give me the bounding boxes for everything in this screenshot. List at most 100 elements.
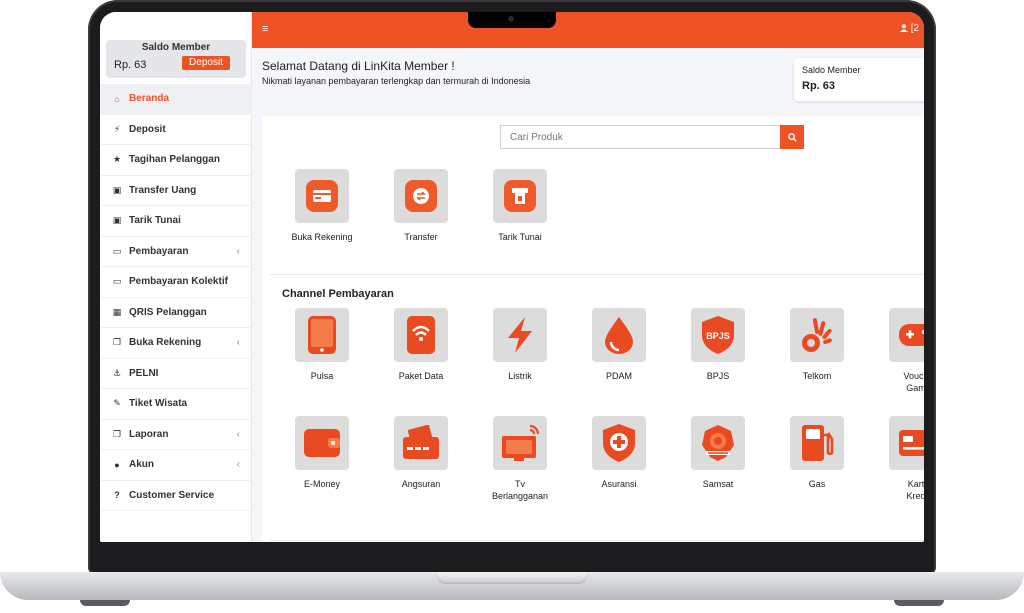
star-icon: ★ [112,154,122,165]
product-tile-gas[interactable]: Gas [777,416,857,490]
wifi-phone-icon [394,308,448,362]
question-circle-icon: ? [114,490,120,501]
sidebar-item-label: Laporan [129,428,169,440]
sidebar-item-beranda[interactable]: ⌂ Beranda [100,84,252,115]
sidebar-item-transfer-uang[interactable]: ▣ Transfer Uang [100,176,252,206]
search-icon [787,132,797,142]
user-menu[interactable]: [2 [900,23,919,34]
sidebar-item-tagihan-pelanggan[interactable]: ★ Tagihan Pelanggan [100,145,252,176]
credit-card-icon: ▭ [112,245,122,256]
sidebar-item-laporan[interactable]: ❐ Laporan ‹ [100,420,252,450]
sidebar-item-tiket-wisata[interactable]: ✎ Tiket Wisata [100,389,252,420]
product-tile-label: Angsuran [401,479,441,489]
product-tile-telkom[interactable]: Telkom [777,308,857,382]
sidebar-item-buka-rekening[interactable]: ❐ Buka Rekening ‹ [100,328,252,359]
product-tile-samsat[interactable]: Samsat [678,416,758,490]
saldo-card: Saldo Member Rp. 63 [794,58,924,101]
home-icon: ⌂ [114,93,120,104]
gas-pump-icon [790,416,844,470]
sidebar-item-pelni[interactable]: ⚓ PELNI [100,359,252,389]
ticket-icon: ✎ [113,398,121,409]
laptop-foot-right [894,600,944,606]
product-tile-pdam[interactable]: PDAM [579,308,659,382]
wallet-icon [295,416,349,470]
bpjs-shield-icon: BPJS [691,308,745,362]
saldo-title: Saldo Member [141,42,211,53]
money-bill-icon: ▣ [112,184,122,195]
sidebar-item-label: QRIS Pelanggan [129,306,207,318]
sidebar-item-customer-service[interactable]: ? Customer Service [100,481,252,511]
product-tile-label: Tv Berlangganan [491,479,549,501]
sidebar-item-tarik-tunai[interactable]: ▣ Tarik Tunai [100,206,252,237]
product-tile-listrik[interactable]: Listrik [480,308,560,382]
telkom-icon [790,308,844,362]
search-button[interactable] [780,125,804,149]
water-drop-icon [592,308,646,362]
product-tile-label: Listrik [508,371,532,381]
product-tile-label: Gas [808,479,826,489]
sidebar-item-label: PELNI [129,367,159,379]
product-tile-buka-rekening[interactable]: Buka Rekening [282,169,362,243]
product-tile-transfer[interactable]: Transfer [381,169,461,243]
welcome-title: Selamat Datang di LinKita Member ! [262,59,455,73]
product-tile-vouch-gam[interactable]: Vouch Gam [876,308,924,394]
product-tile-angsuran[interactable]: Angsuran [381,416,461,490]
user-icon [900,23,911,34]
menu-toggle-icon[interactable]: ≡ [262,23,268,35]
sidebar-item-label: Pembayaran [129,245,189,257]
sidebar-item-label: Tarik Tunai [129,215,181,227]
samsat-emblem-icon [691,416,745,470]
phone-icon [295,308,349,362]
sidebar-item-label: Customer Service [129,489,215,501]
sidebar-item-label: Pembayaran Kolektif [129,276,228,288]
product-tile-label: Pulsa [310,371,334,381]
sidebar-item-label: Beranda [129,93,170,105]
product-tile-paket-data[interactable]: Paket Data [381,308,461,382]
anchor-icon: ⚓ [112,367,122,378]
product-tile-tarik-tunai[interactable]: Tarik Tunai [480,169,560,243]
chevron-left-icon: ‹ [236,428,240,440]
top-bar: ≡ [2 [252,12,924,48]
laptop-screen: Saldo Member Rp. 63 Deposit ⌂ Beranda ⚡ Dep… [100,12,924,542]
saldo-box: Saldo Member Rp. 63 Deposit [106,40,246,78]
product-tile-label: Vouch Gam [903,371,924,393]
credit-card-icon [889,416,924,470]
medical-shield-icon [592,416,646,470]
cash-icon [394,416,448,470]
product-tile-tv-berlangganan[interactable]: Tv Berlangganan [480,416,560,502]
product-tile-bpjs[interactable]: BPJS BPJS [678,308,758,382]
product-tile-label: Tarik Tunai [498,232,542,242]
section-divider [270,274,924,275]
sidebar-item-deposit[interactable]: ⚡ Deposit [100,115,252,145]
product-tile-label: Asuransi [601,479,637,489]
svg-text:BPJS: BPJS [706,331,730,341]
money-bill-icon: ▣ [112,215,122,226]
copy-icon: ❐ [112,337,122,348]
sidebar-item-pembayaran-kolektif[interactable]: ▭ Pembayaran Kolektif [100,267,252,298]
saldo-card-title: Saldo Member [802,65,861,75]
product-tile-pulsa[interactable]: Pulsa [282,308,362,382]
product-tile-label: BPJS [706,371,730,381]
sidebar-item-label: Deposit [129,123,166,135]
sidebar-item-akun[interactable]: ● Akun ‹ [100,450,252,481]
atm-icon [493,169,547,223]
laptop-lip [436,572,588,584]
sidebar: Saldo Member Rp. 63 Deposit ⌂ Beranda ⚡ Dep… [100,12,252,542]
sidebar-item-pembayaran[interactable]: ▭ Pembayaran ‹ [100,237,252,267]
channel-title: Channel Pembayaran [282,288,394,300]
product-tile-e-money[interactable]: E-Money [282,416,362,490]
search-input[interactable] [500,125,780,149]
chevron-left-icon: ‹ [236,245,240,257]
plug-icon: ⚡ [113,123,121,134]
product-tile-asuransi[interactable]: Asuransi [579,416,659,490]
deposit-button[interactable]: Deposit [182,56,230,70]
user-icon: ● [114,459,120,470]
lightning-icon [493,308,547,362]
sidebar-nav: ⌂ Beranda ⚡ Deposit ★ Tagihan Pelanggan ▣ Trans… [100,84,252,511]
product-tile-label: Kart Kred [906,479,924,501]
product-tile-kart-kred[interactable]: Kart Kred [876,416,924,502]
product-tile-label: Telkom [802,371,832,381]
product-tile-label: Buka Rekening [291,232,353,242]
chevron-left-icon: ‹ [236,337,240,348]
sidebar-item-qris-pelanggan[interactable]: ▦ QRIS Pelanggan [100,298,252,328]
